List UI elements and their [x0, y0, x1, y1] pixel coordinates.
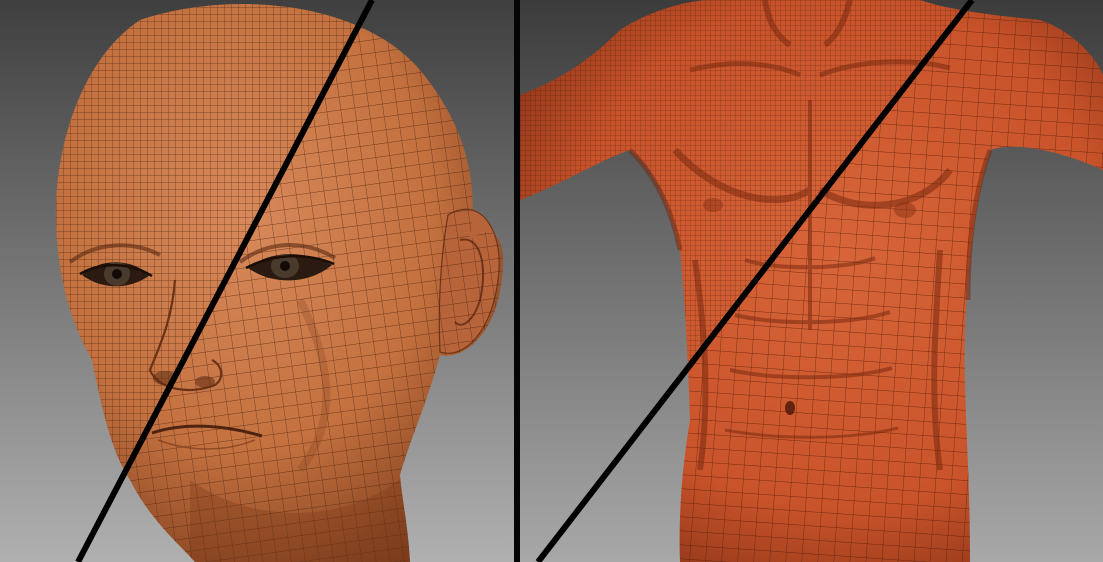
head-mesh-panel — [0, 0, 514, 562]
left-nipple — [703, 198, 723, 212]
viewport-stage — [0, 0, 1103, 562]
right-nipple — [894, 202, 916, 218]
head-mesh-render — [0, 0, 514, 562]
torso-mesh-panel — [520, 0, 1103, 562]
torso-mesh-render — [520, 0, 1103, 562]
navel — [785, 401, 795, 415]
